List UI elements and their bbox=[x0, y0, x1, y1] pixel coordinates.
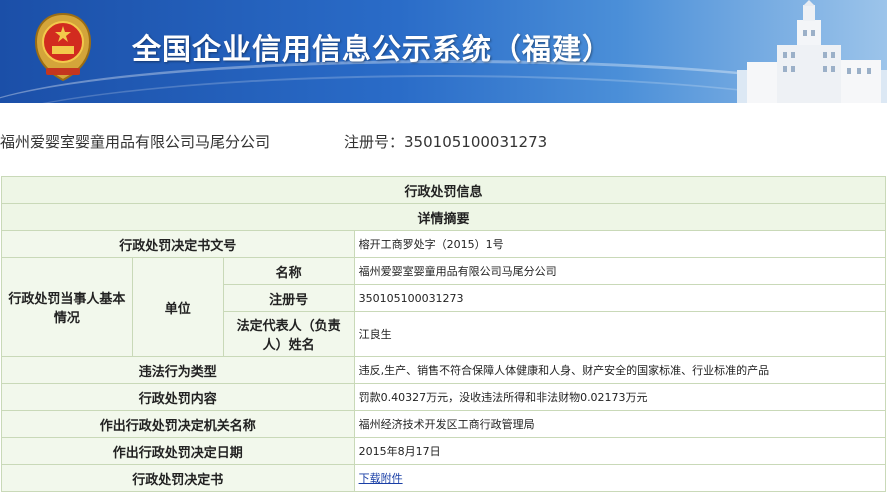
authority-value: 福州经济技术开发区工商行政管理局 bbox=[353, 410, 887, 438]
penalty-info-table: 行政处罚信息 详情摘要 行政处罚决定书文号 榕开工商罗处字（2015）1号 行政… bbox=[1, 176, 887, 492]
violation-label: 违法行为类型 bbox=[1, 356, 355, 384]
content-value: 罚款0.40327万元，没收违法所得和非法财物0.02173万元 bbox=[353, 383, 887, 411]
reg-number-label: 注册号： bbox=[344, 133, 405, 151]
date-value: 2015年8月17日 bbox=[353, 437, 887, 465]
site-title: 全国企业信用信息公示系统（福建） bbox=[132, 32, 613, 66]
registration-number: 注册号：350105100031273 bbox=[344, 131, 547, 152]
building-icon bbox=[737, 0, 887, 103]
authority-label: 作出行政处罚决定机关名称 bbox=[1, 410, 355, 438]
content-label: 行政处罚内容 bbox=[1, 383, 355, 411]
unit-label: 单位 bbox=[131, 257, 224, 357]
decision-label: 行政处罚决定书 bbox=[1, 464, 355, 492]
violation-value: 违反,生产、销售不符合保障人体健康和人身、财产安全的国家标准、行业标准的产品 bbox=[353, 356, 887, 384]
download-attachment-link[interactable]: 下载附件 bbox=[359, 472, 403, 485]
header-banner: 全国企业信用信息公示系统（福建） bbox=[0, 0, 887, 103]
doc-number-label: 行政处罚决定书文号 bbox=[1, 230, 355, 258]
rep-label: 法定代表人（负责人）姓名 bbox=[222, 311, 355, 357]
name-value: 福州爱婴室婴童用品有限公司马尾分公司 bbox=[353, 257, 887, 285]
reg-value: 350105100031273 bbox=[353, 284, 887, 312]
national-emblem-icon bbox=[34, 12, 92, 82]
date-label: 作出行政处罚决定日期 bbox=[1, 437, 355, 465]
reg-label: 注册号 bbox=[222, 284, 355, 312]
party-label: 行政处罚当事人基本情况 bbox=[1, 257, 133, 357]
section-title: 行政处罚信息 bbox=[1, 176, 886, 204]
name-label: 名称 bbox=[222, 257, 355, 285]
company-name: 福州爱婴室婴童用品有限公司马尾分公司 bbox=[0, 133, 271, 151]
rep-value: 江良生 bbox=[353, 311, 887, 357]
decision-cell: 下载附件 bbox=[353, 464, 887, 492]
reg-number-value: 350105100031273 bbox=[404, 133, 548, 151]
doc-number-value: 榕开工商罗处字（2015）1号 bbox=[353, 230, 887, 258]
subsection-title: 详情摘要 bbox=[1, 203, 886, 231]
